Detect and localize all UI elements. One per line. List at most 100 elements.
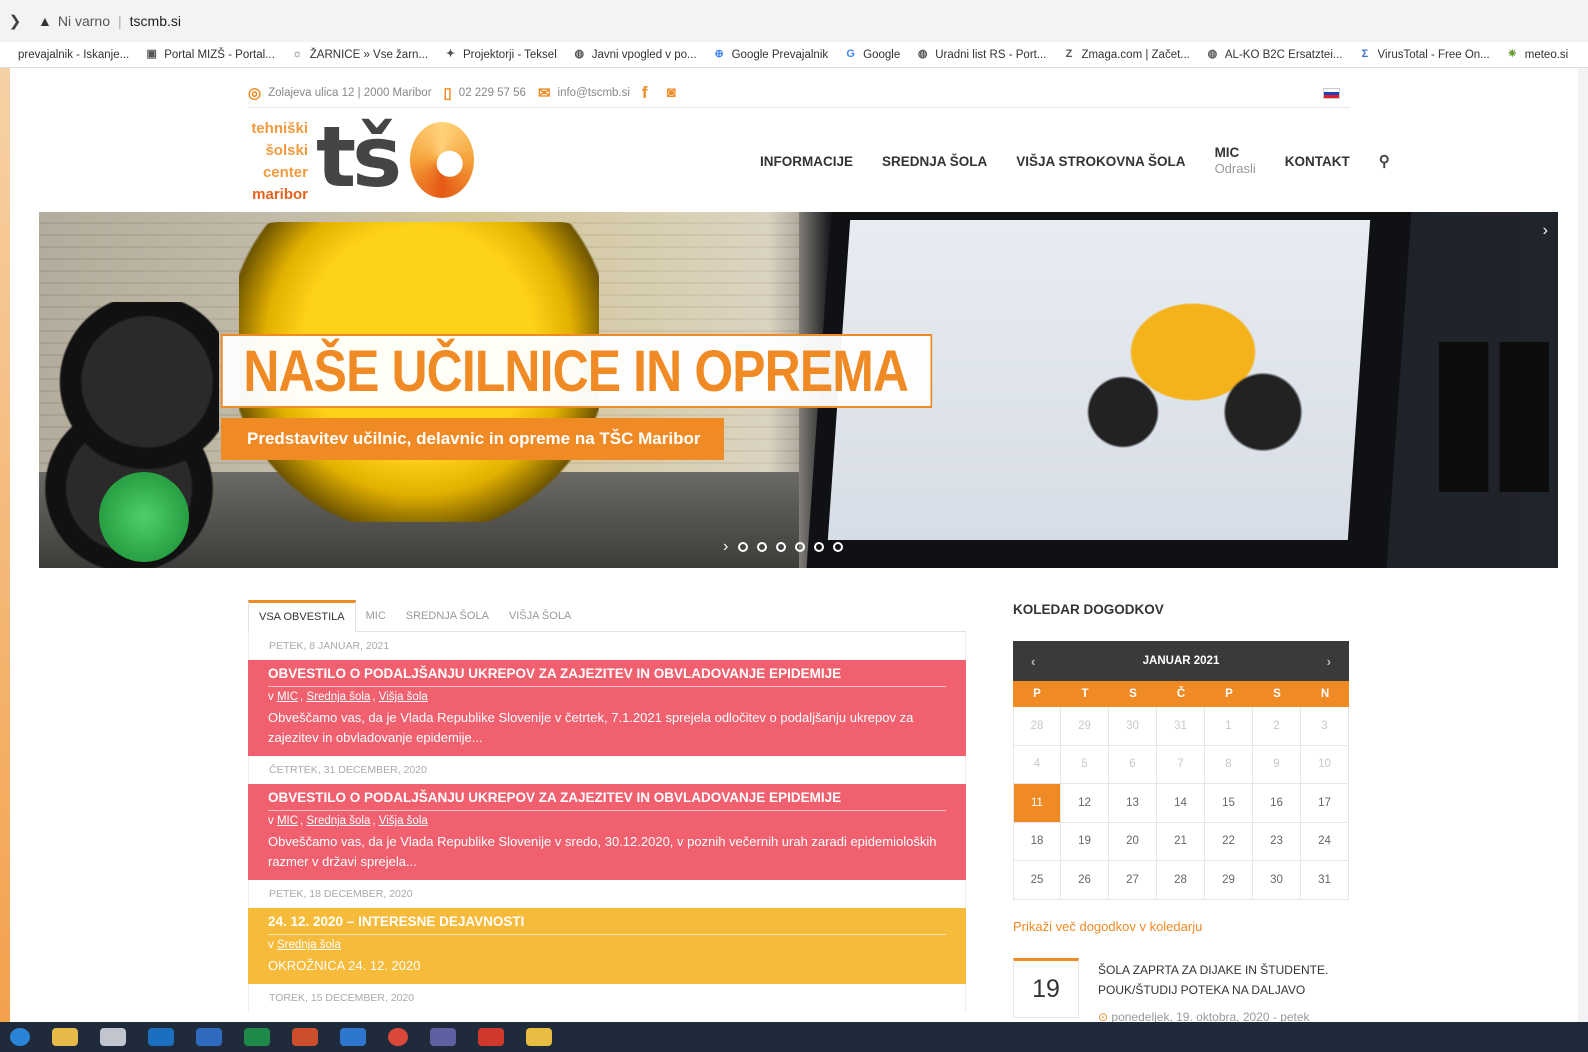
bookmark-label[interactable]: Google [863, 49, 900, 61]
warning-icon[interactable]: ▲ [38, 13, 52, 29]
bookmark-item[interactable]: prevajalnik - Iskanje... [18, 49, 129, 61]
slider-dot[interactable] [795, 542, 806, 552]
calendar-day[interactable]: 31 [1157, 707, 1205, 746]
calendar-day[interactable]: 15 [1205, 784, 1253, 823]
bookmark-label[interactable]: Portal MIZŠ - Portal... [164, 49, 275, 61]
calendar-day[interactable]: 14 [1157, 784, 1205, 823]
news-item[interactable]: 24. 12. 2020 – INTERESNE DEJAVNOSTI v Sre… [248, 908, 966, 984]
search-icon[interactable]: ⚲ [1379, 152, 1390, 170]
facebook-link[interactable]: f [642, 83, 655, 103]
calendar-day[interactable]: 24 [1301, 822, 1349, 861]
calendar-day[interactable]: 25 [1013, 861, 1061, 900]
news-item[interactable]: OBVESTILO O PODALJŠANJU UKREPOV ZA ZAJEZ… [248, 660, 966, 756]
slovenian-flag-icon[interactable] [1323, 88, 1340, 99]
news-title[interactable]: OBVESTILO O PODALJŠANJU UKREPOV ZA ZAJEZ… [268, 666, 946, 687]
calendar-day[interactable]: 16 [1253, 784, 1301, 823]
phone-text[interactable]: 02 229 57 56 [459, 87, 526, 99]
bookmark-label[interactable]: VirusTotal - Free On... [1377, 49, 1489, 61]
bookmark-item[interactable]: ▣ Portal MIZŠ - Portal... [145, 48, 275, 61]
bookmark-item[interactable]: ✷ meteo.si [1506, 48, 1569, 61]
nav-item-informacije[interactable]: INFORMACIJE [760, 154, 853, 169]
outlook-icon[interactable] [340, 1028, 366, 1046]
powerpoint-icon[interactable] [292, 1028, 318, 1046]
chrome-icon[interactable] [388, 1028, 408, 1046]
phone-item[interactable]: ▯ 02 229 57 56 [444, 84, 526, 102]
tab-srednja-sola[interactable]: SREDNJA ŠOLA [396, 610, 499, 631]
slider-dot[interactable] [833, 542, 844, 552]
slider-dot[interactable] [776, 542, 787, 552]
calendar-day[interactable]: 21 [1157, 822, 1205, 861]
facebook-icon[interactable]: f [642, 83, 648, 103]
calendar-day[interactable]: 1 [1205, 707, 1253, 746]
category-link[interactable]: Srednja šola [277, 939, 341, 951]
nav-item-visja-sola[interactable]: VIŠJA STROKOVNA ŠOLA [1016, 154, 1185, 169]
category-link[interactable]: Višja šola [379, 691, 428, 703]
category-link[interactable]: Srednja šola [306, 815, 370, 827]
slider-prev-icon[interactable]: › [723, 538, 728, 556]
edge-icon[interactable] [148, 1028, 174, 1046]
event-title[interactable]: ŠOLA ZAPRTA ZA DIJAKE IN ŠTUDENTE. POUK/… [1098, 960, 1348, 1000]
calendar-day[interactable]: 3 [1301, 707, 1349, 746]
calendar-day[interactable]: 27 [1109, 861, 1157, 900]
bookmark-item[interactable]: Σ VirusTotal - Free On... [1358, 48, 1490, 61]
back-icon[interactable]: ❯ [0, 12, 30, 30]
site-logo[interactable]: tehniški šolski center maribor tš [250, 108, 480, 208]
bookmark-item[interactable]: Z Zmaga.com | Začet... [1062, 48, 1190, 61]
calendar-day[interactable]: 7 [1157, 745, 1205, 784]
news-title[interactable]: OBVESTILO O PODALJŠANJU UKREPOV ZA ZAJEZ… [268, 790, 946, 811]
sticky-notes-icon[interactable] [526, 1028, 552, 1046]
bookmark-item[interactable]: ◍ Uradni list RS - Port... [916, 48, 1047, 61]
calendar-day[interactable]: 22 [1205, 822, 1253, 861]
slider-dot[interactable] [814, 542, 825, 552]
word-icon[interactable] [196, 1028, 222, 1046]
bookmark-item[interactable]: ✦ Projektorji - Teksel [444, 48, 557, 61]
bookmark-label[interactable]: Projektorji - Teksel [463, 49, 557, 61]
bookmark-item[interactable]: ◍ AL-KO B2C Ersatztei... [1206, 48, 1343, 61]
instagram-link[interactable]: ◙ [667, 84, 683, 101]
excel-icon[interactable] [244, 1028, 270, 1046]
file-explorer-icon[interactable] [52, 1028, 78, 1046]
news-title[interactable]: 24. 12. 2020 – INTERESNE DEJAVNOSTI [268, 914, 946, 935]
calendar-day[interactable]: 17 [1301, 784, 1349, 823]
teams-icon[interactable] [430, 1028, 456, 1046]
bookmark-label[interactable]: Google Prevajalnik [732, 49, 829, 61]
slider-next-icon[interactable]: › [1543, 222, 1548, 240]
calendar-day[interactable]: 13 [1109, 784, 1157, 823]
category-link[interactable]: Višja šola [379, 815, 428, 827]
calendar-day[interactable]: 29 [1205, 861, 1253, 900]
calendar-day[interactable]: 26 [1061, 861, 1109, 900]
instagram-icon[interactable]: ◙ [667, 84, 676, 101]
printer-icon[interactable] [100, 1028, 126, 1046]
calendar-day[interactable]: 29 [1061, 707, 1109, 746]
bookmark-item[interactable]: ☼ ŽARNICE » Vse žarn... [291, 48, 428, 61]
calendar-day[interactable]: 5 [1061, 745, 1109, 784]
email-item[interactable]: ✉ info@tscmb.si [538, 84, 630, 102]
calendar-day[interactable]: 31 [1301, 861, 1349, 900]
tab-visja-sola[interactable]: VIŠJA ŠOLA [499, 610, 581, 631]
calendar-day[interactable]: 30 [1253, 861, 1301, 900]
hero-subtitle[interactable]: Predstavitev učilnic, delavnic in opreme… [221, 418, 725, 460]
calendar-day[interactable]: 28 [1157, 861, 1205, 900]
bookmark-label[interactable]: ŽARNICE » Vse žarn... [310, 49, 428, 61]
calendar-day[interactable]: 10 [1301, 745, 1349, 784]
news-item[interactable]: OBVESTILO O PODALJŠANJU UKREPOV ZA ZAJEZ… [248, 784, 966, 880]
bookmark-label[interactable]: AL-KO B2C Ersatztei... [1225, 49, 1343, 61]
category-link[interactable]: Srednja šola [306, 691, 370, 703]
nav-item-srednja-sola[interactable]: SREDNJA ŠOLA [882, 154, 987, 169]
bookmark-label[interactable]: Uradni list RS - Port... [935, 49, 1046, 61]
chevron-right-icon[interactable]: › [1327, 654, 1331, 669]
calendar-day[interactable]: 19 [1061, 822, 1109, 861]
calendar-day[interactable]: 11 [1013, 784, 1061, 823]
more-events-link[interactable]: Prikaži več dogodkov v koledarju [1013, 919, 1202, 934]
calendar-day[interactable]: 30 [1109, 707, 1157, 746]
slider-dot[interactable] [757, 542, 768, 552]
nav-item-mic[interactable]: MIC Odrasli [1215, 145, 1256, 177]
category-link[interactable]: MIC [277, 815, 298, 827]
calendar-day[interactable]: 6 [1109, 745, 1157, 784]
bookmark-label[interactable]: prevajalnik - Iskanje... [18, 49, 129, 61]
bookmark-item[interactable]: ◍ Javni vpogled v po... [573, 48, 696, 61]
nav-item-kontakt[interactable]: KONTAKT [1285, 154, 1350, 169]
security-label[interactable]: Ni varno [58, 13, 110, 29]
email-link[interactable]: info@tscmb.si [558, 87, 630, 99]
tab-mic[interactable]: MIC [356, 610, 396, 631]
